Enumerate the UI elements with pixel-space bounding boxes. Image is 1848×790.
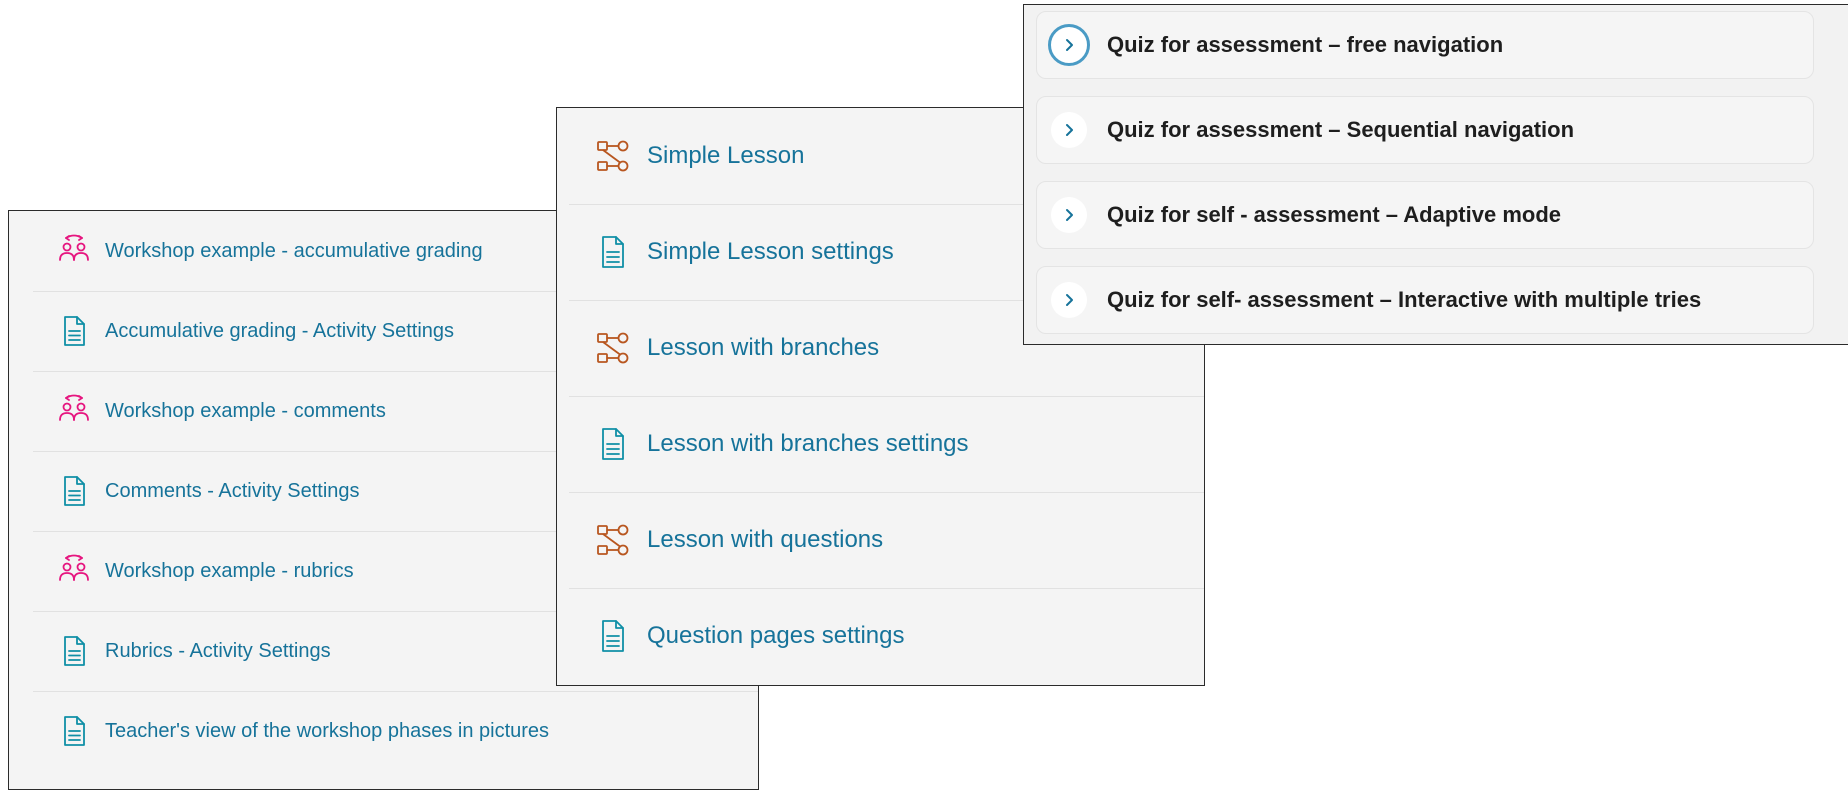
page-icon <box>64 716 85 746</box>
quiz-title[interactable]: Quiz for self - assessment – Adaptive mo… <box>1107 202 1561 228</box>
list-item-lesson-questions[interactable]: Lesson with questions <box>569 492 1204 589</box>
quiz-card-adaptive[interactable]: Quiz for self - assessment – Adaptive mo… <box>1036 181 1814 249</box>
list-item-question-pages-settings[interactable]: Question pages settings <box>569 588 1204 684</box>
chevron-right-icon <box>1066 209 1073 221</box>
item-label[interactable]: Lesson with branches settings <box>647 430 969 458</box>
item-label[interactable]: Lesson with branches <box>647 334 879 362</box>
quiz-accordion-panel: Quiz for assessment – free navigation Qu… <box>1023 4 1848 345</box>
quiz-title[interactable]: Quiz for assessment – Sequential navigat… <box>1107 117 1574 143</box>
expand-button[interactable] <box>1051 282 1087 318</box>
workshop-icon <box>59 234 89 261</box>
quiz-card-interactive[interactable]: Quiz for self- assessment – Interactive … <box>1036 266 1814 334</box>
expand-button[interactable] <box>1051 112 1087 148</box>
page-icon <box>602 236 624 268</box>
item-label[interactable]: Workshop example - comments <box>105 400 386 423</box>
expand-button[interactable] <box>1048 24 1090 66</box>
page-icon <box>602 428 624 460</box>
quiz-title[interactable]: Quiz for assessment – free navigation <box>1107 32 1503 58</box>
workshop-icon <box>59 394 89 421</box>
page-icon <box>64 316 85 346</box>
chevron-right-icon <box>1066 39 1073 51</box>
list-item-teacher-view[interactable]: Teacher's view of the workshop phases in… <box>33 691 758 771</box>
lesson-icon <box>597 140 629 172</box>
page-icon <box>64 636 85 666</box>
item-label[interactable]: Simple Lesson <box>647 142 804 170</box>
item-label[interactable]: Accumulative grading - Activity Settings <box>105 320 454 343</box>
item-label[interactable]: Comments - Activity Settings <box>105 480 360 503</box>
page-icon <box>64 476 85 506</box>
list-item-lesson-branches-settings[interactable]: Lesson with branches settings <box>569 396 1204 493</box>
item-label[interactable]: Workshop example - accumulative grading <box>105 240 483 263</box>
item-label[interactable]: Teacher's view of the workshop phases in… <box>105 720 549 743</box>
item-label[interactable]: Question pages settings <box>647 622 905 650</box>
item-label[interactable]: Rubrics - Activity Settings <box>105 640 331 663</box>
lesson-icon <box>597 524 629 556</box>
quiz-card-free-navigation[interactable]: Quiz for assessment – free navigation <box>1036 11 1814 79</box>
quiz-card-sequential[interactable]: Quiz for assessment – Sequential navigat… <box>1036 96 1814 164</box>
expand-button[interactable] <box>1051 197 1087 233</box>
item-label[interactable]: Workshop example - rubrics <box>105 560 354 583</box>
page-icon <box>602 620 624 652</box>
quiz-title[interactable]: Quiz for self- assessment – Interactive … <box>1107 287 1701 313</box>
workshop-icon <box>59 554 89 581</box>
chevron-right-icon <box>1066 124 1073 136</box>
item-label[interactable]: Lesson with questions <box>647 526 883 554</box>
item-label[interactable]: Simple Lesson settings <box>647 238 894 266</box>
lesson-icon <box>597 332 629 364</box>
chevron-right-icon <box>1066 294 1073 306</box>
